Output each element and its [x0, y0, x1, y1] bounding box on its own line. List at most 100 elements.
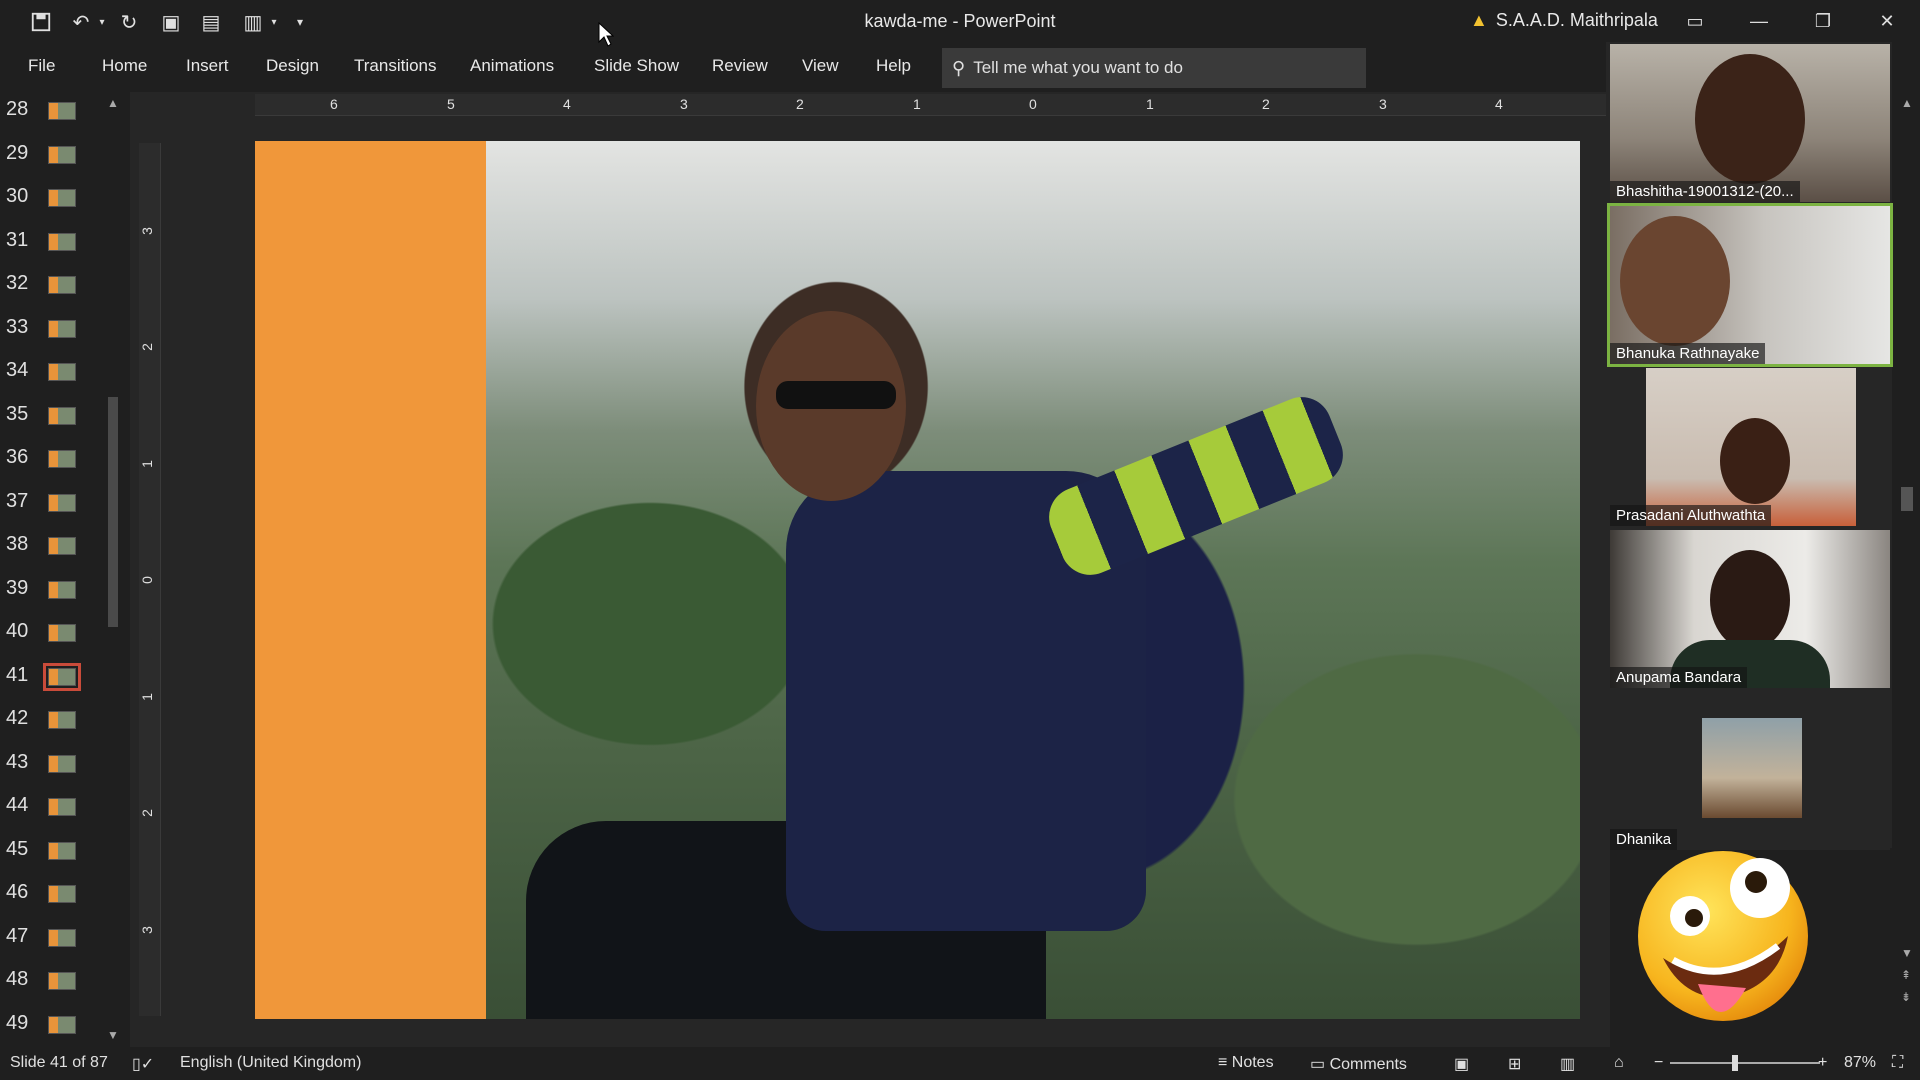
tab-insert[interactable]: Insert	[186, 56, 229, 76]
scroll-up-icon[interactable]: ▲	[1901, 96, 1913, 110]
normal-view-icon[interactable]: ▣	[1454, 1054, 1469, 1074]
restore-icon[interactable]: ❐	[1800, 6, 1846, 36]
slide-thumbnail[interactable]: 35	[0, 397, 100, 437]
tab-view[interactable]: View	[802, 56, 839, 76]
ruler-label: 1	[1146, 96, 1154, 112]
participant-name: Prasadani Aluthwathta	[1610, 505, 1772, 526]
slide-thumbnail[interactable]: 32	[0, 266, 100, 306]
slide-thumbnail[interactable]: 34	[0, 353, 100, 393]
participant-tile[interactable]: Bhashitha-19001312-(20...	[1610, 44, 1890, 202]
tab-help[interactable]: Help	[876, 56, 911, 76]
slide-sorter-icon[interactable]: ⊞	[1508, 1054, 1521, 1074]
fit-slide-icon[interactable]: ⛶	[1892, 1054, 1903, 1072]
tab-home[interactable]: Home	[102, 56, 147, 76]
zoom-slider-knob[interactable]	[1732, 1055, 1738, 1071]
undo-dropdown-icon[interactable]: ▾	[94, 8, 110, 36]
slide-thumbnail[interactable]: 38	[0, 527, 100, 567]
tab-design[interactable]: Design	[266, 56, 319, 76]
slide-thumbnail[interactable]: 30	[0, 179, 100, 219]
text-box-icon[interactable]: ▤	[196, 8, 226, 36]
scrollbar-thumb[interactable]	[108, 397, 118, 627]
slide-thumbnail[interactable]: 31	[0, 223, 100, 263]
thumbnail-number: 42	[6, 707, 29, 729]
next-slide-icon[interactable]: ⇟	[1901, 990, 1911, 1004]
participant-name: Bhashitha-19001312-(20...	[1610, 181, 1800, 202]
participant-tile[interactable]: Anupama Bandara	[1610, 530, 1890, 688]
slide-thumbnail-selected[interactable]: 41	[0, 658, 100, 698]
notes-button[interactable]: ≡ Notes	[1218, 1054, 1274, 1072]
ruler-label: 3	[138, 227, 155, 235]
thumbnails-scrollbar[interactable]: ▲ ▼	[104, 92, 122, 1047]
customize-toolbar-icon[interactable]: ▾	[290, 8, 310, 36]
ruler-label: 0	[1029, 96, 1037, 112]
slide-photo[interactable]	[486, 141, 1580, 1019]
previous-slide-icon[interactable]: ⇞	[1901, 968, 1911, 982]
comments-button[interactable]: ▭ Comments	[1310, 1054, 1407, 1074]
language-indicator[interactable]: English (United Kingdom)	[180, 1054, 361, 1072]
thumbnail-number: 32	[6, 272, 29, 294]
slide-thumbnail[interactable]: 29	[0, 136, 100, 176]
thumbnail-image	[48, 798, 76, 816]
participant-tile[interactable]: Prasadani Aluthwathta	[1610, 368, 1890, 526]
participant-tile[interactable]: Dhanika	[1610, 692, 1890, 850]
ruler-label: 2	[138, 343, 155, 351]
ruler-label: 2	[138, 809, 155, 817]
thumbnail-number: 31	[6, 229, 29, 251]
zoom-slider[interactable]	[1670, 1055, 1820, 1071]
user-account[interactable]: ▲ S.A.A.D. Maithripala	[1470, 10, 1658, 31]
tell-me-search[interactable]: ⚲ Tell me what you want to do	[942, 48, 1366, 88]
thumbnail-number: 37	[6, 490, 29, 512]
slide-thumbnail[interactable]: 47	[0, 919, 100, 959]
slide-thumbnail[interactable]: 46	[0, 875, 100, 915]
slide-thumbnail[interactable]: 42	[0, 701, 100, 741]
lightbulb-icon: ⚲	[952, 57, 966, 78]
slide-thumbnail[interactable]: 37	[0, 484, 100, 524]
thumbnail-image	[48, 320, 76, 338]
tab-file[interactable]: File	[28, 56, 55, 76]
scrollbar-thumb[interactable]	[1901, 487, 1913, 511]
tab-slide-show[interactable]: Slide Show	[594, 56, 679, 76]
thumbnail-number: 49	[6, 1012, 29, 1034]
slide-thumbnail[interactable]: 44	[0, 788, 100, 828]
notes-icon: ≡	[1218, 1054, 1232, 1071]
minimize-icon[interactable]: —	[1736, 6, 1782, 36]
participant-tile-active-speaker[interactable]: Bhanuka Rathnayake	[1607, 203, 1893, 367]
slide-vertical-scrollbar[interactable]: ▲ ▼ ⇞ ⇟	[1896, 92, 1918, 1047]
zoom-out-icon[interactable]: −	[1654, 1054, 1663, 1072]
thumbnail-image	[48, 494, 76, 512]
slide-thumbnail[interactable]: 33	[0, 310, 100, 350]
tab-transitions[interactable]: Transitions	[354, 56, 437, 76]
new-slide-icon[interactable]: ▥	[238, 8, 268, 36]
slide-thumbnail[interactable]: 40	[0, 614, 100, 654]
slide-show-icon[interactable]: ⌂	[1614, 1054, 1624, 1072]
scroll-up-icon[interactable]: ▲	[107, 96, 119, 110]
start-from-beginning-icon[interactable]: ▣	[156, 8, 186, 36]
accessibility-icon[interactable]: ▯✓	[132, 1054, 154, 1074]
reading-view-icon[interactable]: ▥	[1560, 1054, 1575, 1074]
tab-review[interactable]: Review	[712, 56, 768, 76]
tab-animations[interactable]: Animations	[470, 56, 554, 76]
slide-counter: Slide 41 of 87	[10, 1054, 108, 1071]
slide-thumbnail[interactable]: 28	[0, 92, 100, 132]
new-slide-dropdown-icon[interactable]: ▾	[266, 8, 282, 36]
participant-name: Dhanika	[1610, 829, 1678, 850]
scroll-down-icon[interactable]: ▼	[1901, 946, 1913, 960]
zoom-in-icon[interactable]: +	[1818, 1054, 1827, 1072]
thumbnail-number: 29	[6, 142, 29, 164]
slide-thumbnail[interactable]: 49	[0, 1006, 100, 1046]
scroll-down-icon[interactable]: ▼	[107, 1028, 119, 1042]
redo-icon[interactable]: ↻	[114, 8, 144, 36]
thumbnail-number: 47	[6, 925, 29, 947]
zoom-level[interactable]: 87%	[1844, 1054, 1876, 1072]
slide-thumbnail[interactable]: 39	[0, 571, 100, 611]
slide-thumbnail[interactable]: 36	[0, 440, 100, 480]
current-slide[interactable]	[255, 141, 1580, 1019]
ribbon-display-options-icon[interactable]: ▭	[1672, 6, 1718, 36]
slide-thumbnail[interactable]: 48	[0, 962, 100, 1002]
save-icon[interactable]	[26, 8, 56, 36]
undo-icon[interactable]: ↶	[66, 8, 96, 36]
slide-thumbnail[interactable]: 43	[0, 745, 100, 785]
thumbnail-number: 40	[6, 620, 29, 642]
close-icon[interactable]: ✕	[1864, 6, 1910, 36]
slide-thumbnail[interactable]: 45	[0, 832, 100, 872]
